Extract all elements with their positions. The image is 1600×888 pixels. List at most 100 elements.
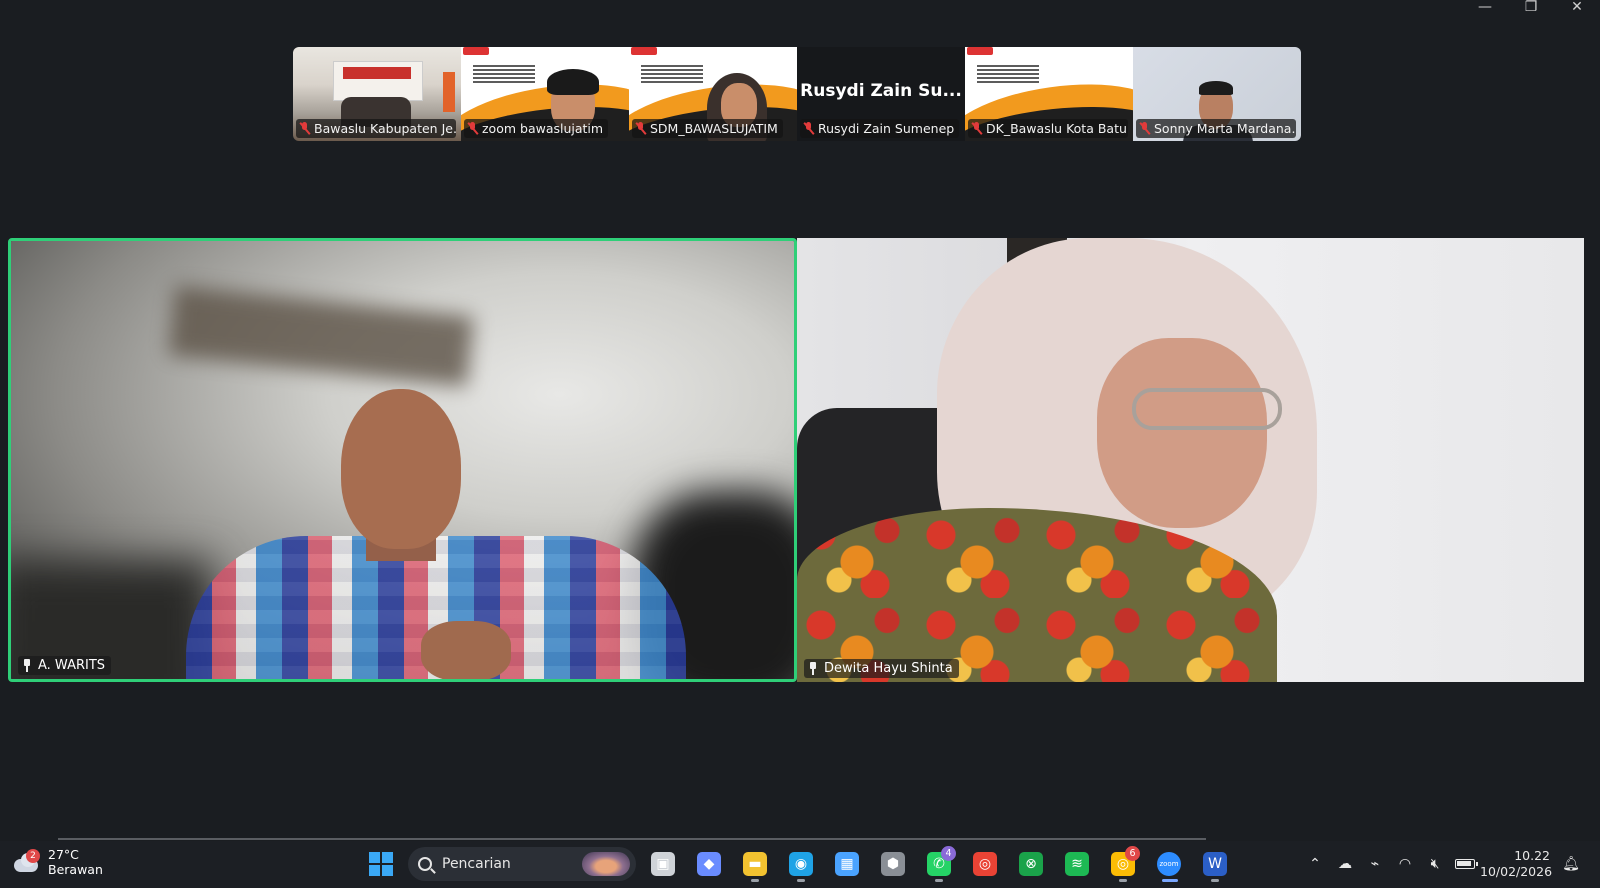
taskbar-app-edge[interactable]: ◉ bbox=[778, 845, 824, 883]
taskbar-app-list: ▣ ◆ ▬ ◉ ▦ ⬢ ✆ 4 ◎ ⊗ ≋ ◎ 6 zoom W bbox=[640, 845, 1238, 883]
start-button[interactable] bbox=[358, 845, 404, 883]
zoom-icon: zoom bbox=[1157, 852, 1181, 876]
spotify-icon: ≋ bbox=[1065, 852, 1089, 876]
video-face bbox=[1097, 338, 1267, 528]
search-icon bbox=[418, 857, 432, 871]
search-placeholder: Pencarian bbox=[442, 856, 511, 872]
taskbar-app-word[interactable]: W bbox=[1192, 845, 1238, 883]
participant-name: A. WARITS bbox=[38, 658, 106, 673]
video-head bbox=[341, 389, 461, 549]
participant-display-name: Rusydi Zain Su... bbox=[800, 81, 962, 101]
participant-name-label: Sonny Marta Mardana... bbox=[1136, 119, 1296, 138]
battery-icon[interactable] bbox=[1450, 845, 1480, 883]
network-location-icon[interactable]: ⌁ bbox=[1360, 845, 1390, 883]
participant-thumbnail-strip: Bawaslu Kabupaten Je... zoom bawaslujati… bbox=[293, 47, 1301, 141]
window-controls: — ❐ ✕ bbox=[1462, 0, 1600, 14]
bawaslu-logo-icon bbox=[967, 47, 993, 55]
speaker-muted-icon[interactable]: 🔇︎ bbox=[1420, 845, 1450, 883]
clock-time: 10.22 bbox=[1514, 848, 1550, 863]
mic-muted-icon bbox=[635, 122, 647, 135]
taskbar-app-chrome[interactable]: ◎ bbox=[962, 845, 1008, 883]
taskbar-app-zoom[interactable]: zoom bbox=[1146, 845, 1192, 883]
running-indicator bbox=[797, 879, 805, 882]
copilot-icon: ◆ bbox=[697, 852, 721, 876]
word-icon: W bbox=[1203, 852, 1227, 876]
unity-icon: ⬢ bbox=[881, 852, 905, 876]
participant-name-label: SDM_BAWASLUJATIM bbox=[632, 119, 783, 138]
close-button[interactable]: ✕ bbox=[1554, 0, 1600, 14]
onedrive-icon[interactable]: ☁ bbox=[1330, 845, 1360, 883]
chrome-icon: ◎ bbox=[973, 852, 997, 876]
participant-name-label: Rusydi Zain Sumenep bbox=[800, 119, 960, 138]
taskbar-app-xbox[interactable]: ⊗ bbox=[1008, 845, 1054, 883]
participant-name-label: Dewita Hayu Shinta bbox=[804, 659, 959, 678]
taskbar-app-chrome-profile[interactable]: ◎ 6 bbox=[1100, 845, 1146, 883]
participant-name-label: Bawaslu Kabupaten Je... bbox=[296, 119, 456, 138]
file-explorer-icon: ▬ bbox=[743, 852, 767, 876]
taskbar-app-spotify[interactable]: ≋ bbox=[1054, 845, 1100, 883]
video-ceiling bbox=[168, 285, 474, 387]
participant-thumbnail[interactable]: DK_Bawaslu Kota Batu bbox=[965, 47, 1133, 141]
mic-muted-icon bbox=[803, 122, 815, 135]
edge-icon: ◉ bbox=[789, 852, 813, 876]
participant-hair bbox=[547, 69, 599, 95]
pin-icon bbox=[21, 659, 33, 672]
tray-chevron-icon[interactable]: ⌃ bbox=[1300, 845, 1330, 883]
weather-condition: Berawan bbox=[48, 862, 103, 877]
notification-bell-icon[interactable]: 🔔︎ bbox=[1556, 845, 1586, 883]
participant-name-label: DK_Bawaslu Kota Batu bbox=[968, 119, 1128, 138]
taskbar-app-task-view[interactable]: ▣ bbox=[640, 845, 686, 883]
running-indicator bbox=[935, 879, 943, 882]
notification-badge: 4 bbox=[941, 846, 956, 861]
cloud-weather-icon: 2 bbox=[12, 849, 40, 873]
system-tray: ⌃ ☁ ⌁ ◠ 🔇︎ 10.22 10/02/2026 🔔︎ bbox=[1300, 845, 1586, 883]
running-indicator bbox=[1119, 879, 1127, 882]
mic-muted-icon bbox=[971, 122, 983, 135]
participant-name: DK_Bawaslu Kota Batu bbox=[986, 121, 1127, 136]
bawaslu-logo-icon bbox=[463, 47, 489, 55]
participant-thumbnail[interactable]: Bawaslu Kabupaten Je... bbox=[293, 47, 461, 141]
video-flag bbox=[443, 72, 455, 112]
pin-icon bbox=[807, 662, 819, 675]
xbox-icon: ⊗ bbox=[1019, 852, 1043, 876]
taskbar-app-whatsapp[interactable]: ✆ 4 bbox=[916, 845, 962, 883]
window-scrollbar[interactable] bbox=[58, 838, 1206, 840]
minimize-button[interactable]: — bbox=[1462, 0, 1508, 14]
weather-text: 27°C Berawan bbox=[48, 847, 103, 877]
wifi-icon[interactable]: ◠ bbox=[1390, 845, 1420, 883]
taskbar-clock[interactable]: 10.22 10/02/2026 bbox=[1480, 848, 1556, 880]
taskbar-app-file-explorer[interactable]: ▬ bbox=[732, 845, 778, 883]
windows-taskbar: 2 27°C Berawan Pencarian ▣ ◆ ▬ ◉ ▦ ⬢ ✆ 4 ◎ ⊗ ≋ ◎ 6 zo… bbox=[0, 841, 1600, 888]
video-hand bbox=[421, 621, 511, 679]
participant-thumbnail[interactable]: zoom bawaslujatim bbox=[461, 47, 629, 141]
participant-hair bbox=[1199, 81, 1233, 95]
video-feed bbox=[11, 241, 794, 679]
taskbar-app-unity[interactable]: ⬢ bbox=[870, 845, 916, 883]
taskbar-app-microsoft-store[interactable]: ▦ bbox=[824, 845, 870, 883]
participant-thumbnail[interactable]: Sonny Marta Mardana... bbox=[1133, 47, 1301, 141]
search-highlight-image bbox=[582, 852, 630, 876]
participant-name: Dewita Hayu Shinta bbox=[824, 661, 953, 676]
taskbar-center: Pencarian ▣ ◆ ▬ ◉ ▦ ⬢ ✆ 4 ◎ ⊗ ≋ ◎ 6 zoom W bbox=[358, 845, 1238, 883]
video-tile[interactable]: Dewita Hayu Shinta bbox=[797, 238, 1584, 682]
participant-name: zoom bawaslujatim bbox=[482, 121, 604, 136]
taskbar-app-copilot[interactable]: ◆ bbox=[686, 845, 732, 883]
weather-widget[interactable]: 2 27°C Berawan bbox=[12, 847, 103, 877]
notification-badge: 6 bbox=[1125, 846, 1140, 861]
bawaslu-logo-icon bbox=[631, 47, 657, 55]
video-feed bbox=[797, 238, 1584, 682]
mic-muted-icon bbox=[299, 122, 311, 135]
participant-thumbnail[interactable]: Rusydi Zain Su... Rusydi Zain Sumenep bbox=[797, 47, 965, 141]
mic-muted-icon bbox=[467, 122, 479, 135]
video-banner bbox=[343, 67, 411, 79]
weather-temperature: 27°C bbox=[48, 847, 79, 862]
taskbar-search-box[interactable]: Pencarian bbox=[408, 847, 636, 881]
video-tile-active-speaker[interactable]: A. WARITS bbox=[8, 238, 797, 682]
clock-date: 10/02/2026 bbox=[1480, 864, 1553, 879]
participant-thumbnail[interactable]: SDM_BAWASLUJATIM bbox=[629, 47, 797, 141]
restore-button[interactable]: ❐ bbox=[1508, 0, 1554, 14]
participant-name: Rusydi Zain Sumenep bbox=[818, 121, 955, 136]
windows-logo-icon bbox=[369, 852, 393, 876]
running-indicator bbox=[1162, 879, 1178, 882]
participant-name-label: A. WARITS bbox=[18, 656, 112, 675]
